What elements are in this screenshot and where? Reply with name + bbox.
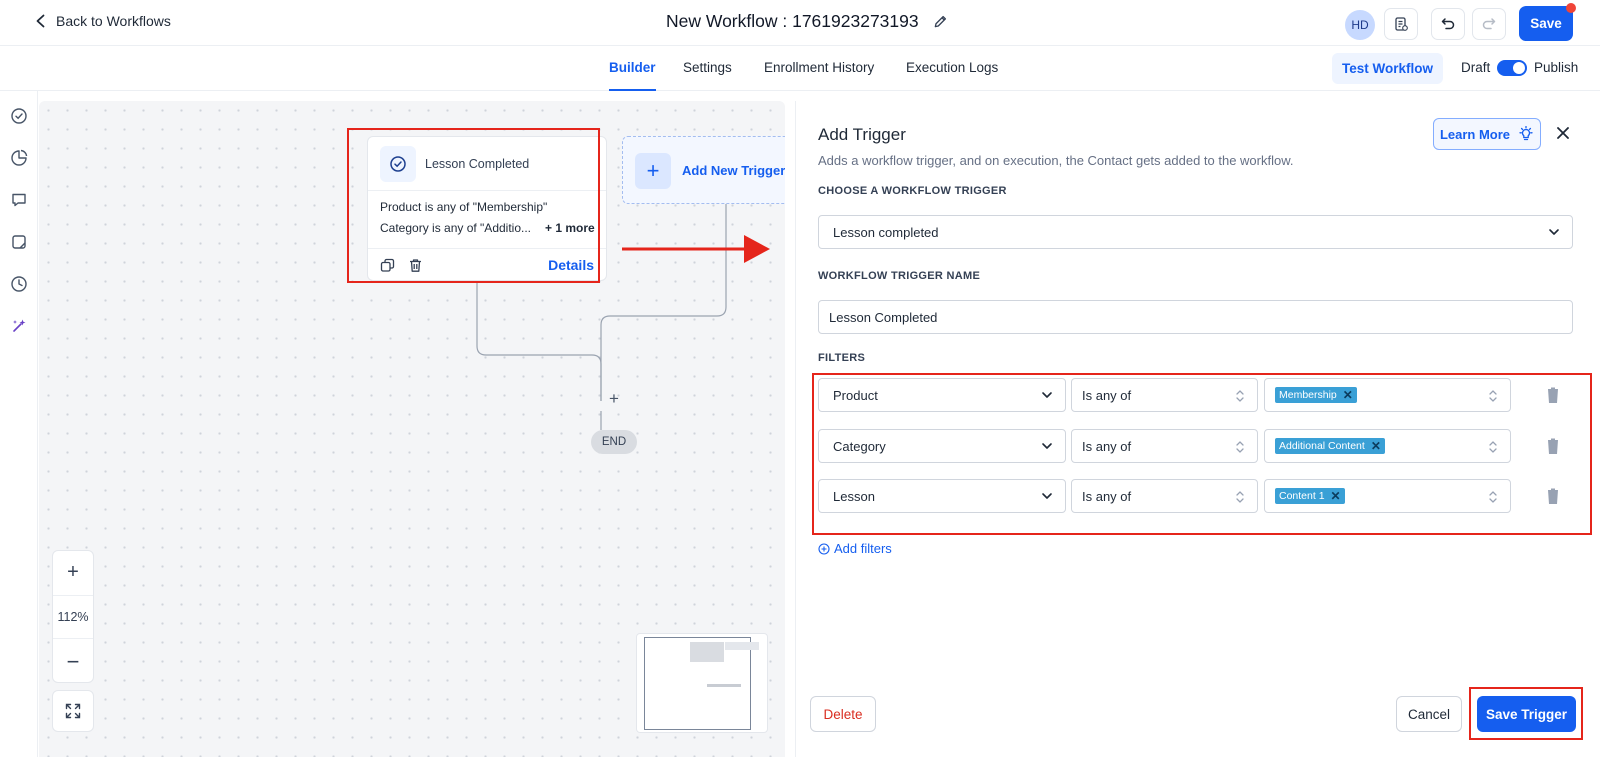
save-button[interactable]: Save xyxy=(1519,6,1573,41)
pencil-icon[interactable] xyxy=(933,14,948,29)
rail-analytics-button[interactable] xyxy=(10,149,28,167)
add-filters-label: Add filters xyxy=(834,541,892,556)
annotation-highlight-filters xyxy=(812,373,1592,535)
add-trigger-panel: Add Trigger Adds a workflow trigger, and… xyxy=(795,101,1595,757)
notes-button[interactable] xyxy=(1384,8,1418,40)
minimap[interactable] xyxy=(636,633,768,733)
trigger-name-value: Lesson Completed xyxy=(829,309,938,325)
filters-label: FILTERS xyxy=(818,352,866,364)
add-filters-button[interactable]: Add filters xyxy=(818,541,892,556)
zoom-controls: + 112% − xyxy=(52,550,94,683)
trigger-type-select[interactable]: Lesson completed xyxy=(818,215,1573,249)
add-step-button[interactable]: + xyxy=(603,388,625,410)
undo-button[interactable] xyxy=(1431,8,1465,40)
rail-notes-button[interactable] xyxy=(10,233,28,251)
zoom-level: 112% xyxy=(53,595,93,639)
check-circle-icon xyxy=(11,108,27,124)
minimap-node xyxy=(707,684,741,687)
rail-comments-button[interactable] xyxy=(10,191,28,209)
avatar-initials: HD xyxy=(1351,18,1369,32)
annotation-highlight-trigger-card xyxy=(347,128,600,283)
tab-execution-logs[interactable]: Execution Logs xyxy=(906,60,998,91)
fit-view-button[interactable] xyxy=(52,690,94,732)
back-label: Back to Workflows xyxy=(56,13,171,29)
sparkle-icon xyxy=(13,319,26,332)
close-icon xyxy=(1557,127,1569,139)
panel-subtitle: Adds a workflow trigger, and on executio… xyxy=(818,153,1294,168)
workflow-title: New Workflow : 1761923273193 xyxy=(666,11,948,32)
delete-button[interactable]: Delete xyxy=(810,696,876,732)
note-icon xyxy=(12,235,26,249)
workflow-canvas[interactable]: Lesson Completed Product is any of "Memb… xyxy=(39,101,785,757)
end-node: END xyxy=(591,430,637,454)
publish-toggle[interactable] xyxy=(1497,60,1527,76)
trigger-type-value: Lesson completed xyxy=(833,224,939,240)
left-rail xyxy=(0,91,38,757)
pie-chart-icon xyxy=(11,149,28,166)
choose-trigger-label: CHOOSE A WORKFLOW TRIGGER xyxy=(818,185,1007,197)
draft-label: Draft xyxy=(1461,60,1491,75)
chat-icon xyxy=(12,193,26,207)
cancel-button[interactable]: Cancel xyxy=(1396,696,1462,732)
learn-more-label: Learn More xyxy=(1439,126,1511,142)
rail-ai-button[interactable] xyxy=(10,317,28,335)
workflow-title-text: New Workflow : 1761923273193 xyxy=(666,11,919,31)
minimap-node xyxy=(690,642,724,662)
rail-check-button[interactable] xyxy=(10,107,28,125)
plus-circle-icon xyxy=(818,542,830,555)
trigger-name-label: WORKFLOW TRIGGER NAME xyxy=(818,270,981,282)
tab-builder[interactable]: Builder xyxy=(609,60,656,91)
zoom-in-button[interactable]: + xyxy=(53,551,93,593)
chevron-down-icon xyxy=(1549,229,1559,235)
plus-icon: + xyxy=(635,153,671,189)
tab-enrollment-history[interactable]: Enrollment History xyxy=(764,60,874,91)
panel-title: Add Trigger xyxy=(818,125,906,144)
publish-label: Publish xyxy=(1534,60,1579,75)
minimap-node xyxy=(725,642,759,650)
top-bar: Back to Workflows New Workflow : 1761923… xyxy=(0,0,1600,46)
save-trigger-button[interactable]: Save Trigger xyxy=(1477,696,1576,732)
zoom-out-button[interactable]: − xyxy=(53,641,93,683)
redo-button[interactable] xyxy=(1472,8,1506,40)
add-new-trigger-label: Add New Trigger xyxy=(682,163,785,178)
annotation-arrow xyxy=(622,235,770,263)
undo-icon xyxy=(1441,18,1455,30)
tabs-row: Builder Settings Enrollment History Exec… xyxy=(0,46,1600,91)
unsaved-indicator xyxy=(1566,3,1576,13)
avatar[interactable]: HD xyxy=(1345,10,1375,40)
back-to-workflows-link[interactable]: Back to Workflows xyxy=(34,13,171,29)
trigger-name-input[interactable]: Lesson Completed xyxy=(818,300,1573,334)
rail-history-button[interactable] xyxy=(10,275,28,293)
add-new-trigger-button[interactable]: + Add New Trigger xyxy=(622,136,785,204)
learn-more-button[interactable]: Learn More xyxy=(1433,118,1541,150)
tab-settings[interactable]: Settings xyxy=(683,60,732,91)
chevron-left-icon xyxy=(36,14,45,28)
close-panel-button[interactable] xyxy=(1553,123,1573,143)
test-workflow-button[interactable]: Test Workflow xyxy=(1332,53,1443,84)
redo-icon xyxy=(1482,18,1496,30)
history-icon xyxy=(11,276,27,292)
expand-icon xyxy=(65,703,81,719)
lightbulb-icon xyxy=(1519,126,1533,141)
notes-icon xyxy=(1395,17,1408,31)
